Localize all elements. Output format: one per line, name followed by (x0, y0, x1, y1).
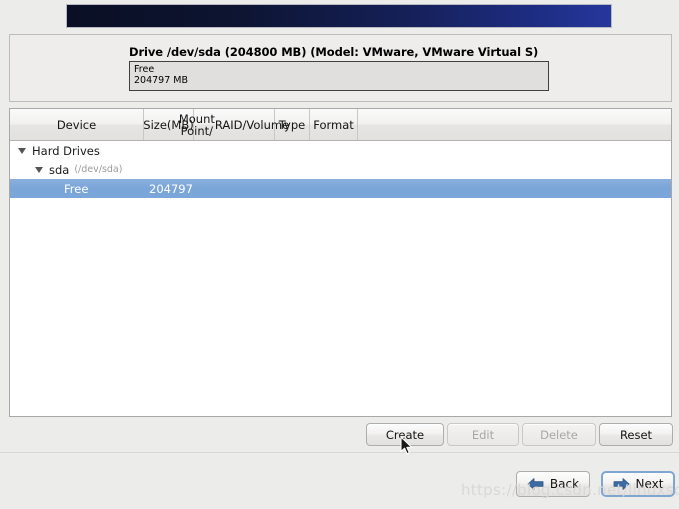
chevron-down-icon[interactable] (18, 147, 26, 154)
table-row[interactable]: sda (/dev/sda) (10, 160, 671, 179)
device-tree-panel: Device Size (MB) Mount Point/RAID/Volume Typ… (9, 108, 672, 417)
create-button[interactable]: Create (366, 423, 444, 446)
device-path: (/dev/sda) (74, 164, 123, 175)
next-button-label: Next (635, 477, 664, 491)
table-row[interactable]: Free 204797 (10, 179, 671, 198)
delete-button: Delete (522, 423, 596, 446)
column-header-device[interactable]: Device (10, 109, 144, 140)
column-header-label: Format (313, 117, 354, 132)
device-cell: Hard Drives (18, 141, 100, 160)
arrow-left-icon (527, 478, 544, 490)
column-header-label: Mount Point/ (178, 111, 215, 138)
drive-title: Drive /dev/sda (204800 MB) (Model: VMwar… (129, 45, 539, 59)
column-header-label: Type (278, 117, 306, 132)
next-button[interactable]: Next (601, 471, 675, 497)
back-button-label: Back (549, 477, 580, 491)
device-name: Free (64, 181, 89, 196)
footer-divider (0, 452, 679, 453)
installer-window: Drive /dev/sda (204800 MB) (Model: VMwar… (0, 0, 679, 509)
column-header-label: Size (143, 117, 167, 132)
size-cell: 204797 (149, 181, 193, 196)
column-header-type[interactable]: Type (275, 109, 310, 140)
device-name: sda (49, 162, 70, 177)
table-row[interactable]: Hard Drives (10, 141, 671, 160)
device-cell: sda (/dev/sda) (35, 160, 122, 179)
installer-banner (66, 4, 612, 28)
drive-bar-label: Free (134, 64, 155, 75)
drive-free-space-bar[interactable]: Free 204797 MB (129, 61, 549, 91)
column-header-label: Device (56, 117, 97, 132)
device-table-header: Device Size (MB) Mount Point/RAID/Volume Typ… (10, 109, 671, 141)
drive-summary-panel: Drive /dev/sda (204800 MB) (Model: VMwar… (9, 34, 672, 102)
reset-button[interactable]: Reset (599, 423, 673, 446)
column-header-format[interactable]: Format (310, 109, 358, 140)
device-name: Hard Drives (32, 143, 100, 158)
back-button[interactable]: Back (516, 471, 590, 497)
arrow-right-icon (613, 478, 629, 490)
device-table-body[interactable]: Hard Drives sda (/dev/sda) Free 204797 (10, 141, 671, 416)
edit-button: Edit (447, 423, 519, 446)
device-cell: Free (64, 179, 88, 198)
column-header-mount[interactable]: Mount Point/RAID/Volume (179, 109, 289, 140)
chevron-down-icon[interactable] (35, 166, 43, 173)
drive-bar-size: 204797 MB (134, 75, 188, 86)
